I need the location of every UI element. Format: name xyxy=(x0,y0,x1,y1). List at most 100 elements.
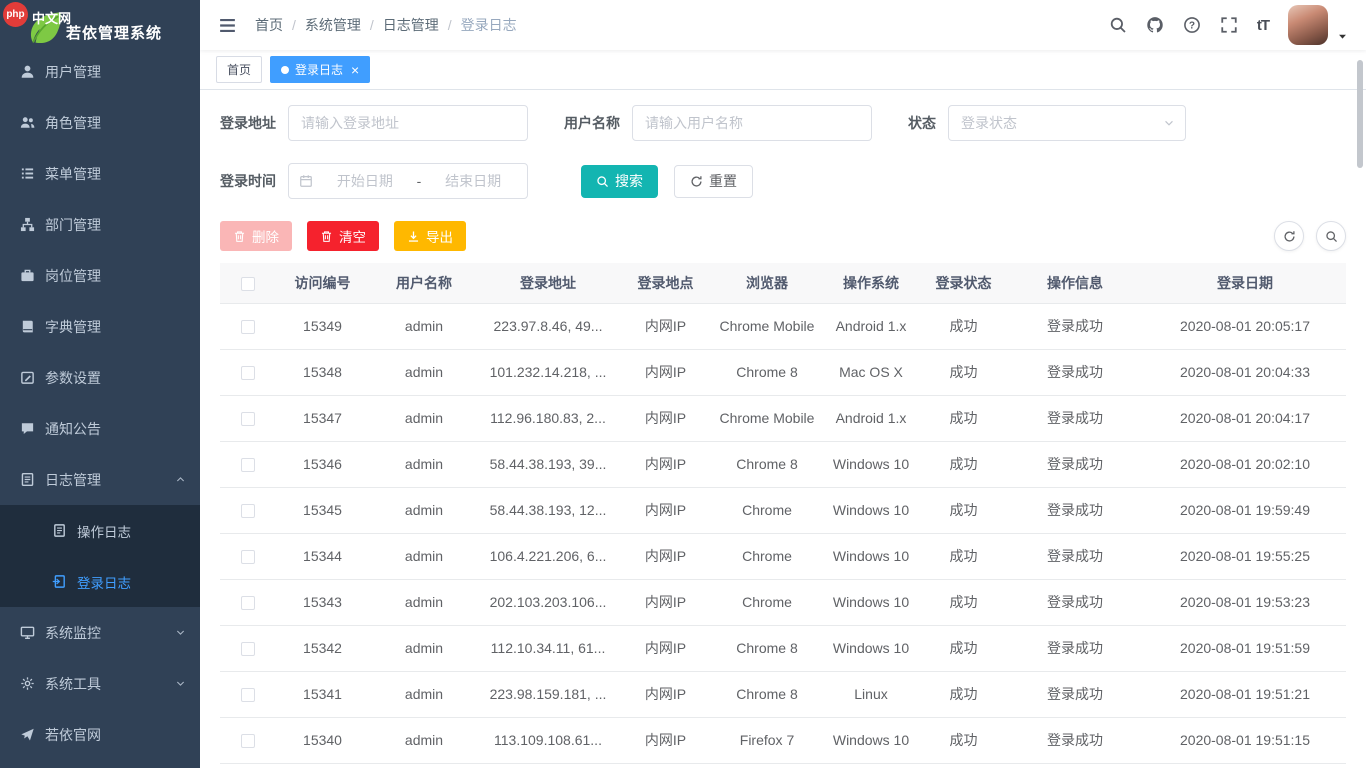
sidebar-subitem[interactable]: 登录日志 xyxy=(0,556,200,607)
export-button[interactable]: 导出 xyxy=(394,221,466,251)
status-label: 状态 xyxy=(908,113,936,133)
calendar-icon xyxy=(299,174,313,188)
table-column-header[interactable]: 操作系统 xyxy=(821,263,921,303)
select-all-checkbox[interactable] xyxy=(241,277,255,291)
row-checkbox[interactable] xyxy=(241,596,255,610)
table-row[interactable]: 15346admin58.44.38.193, 39...内网IPChrome … xyxy=(220,441,1346,487)
guide-icon xyxy=(20,727,35,742)
app-logo[interactable]: php 中文网 若依管理系统 xyxy=(0,0,200,46)
row-checkbox[interactable] xyxy=(241,550,255,564)
table-row[interactable]: 15345admin58.44.38.193, 12...内网IPChromeW… xyxy=(220,487,1346,533)
date-range-picker[interactable]: 开始日期 - 结束日期 xyxy=(288,163,528,199)
tab-item[interactable]: 登录日志× xyxy=(270,56,370,83)
breadcrumb-item[interactable]: 首页 xyxy=(255,15,283,35)
sidebar-menu: 用户管理角色管理菜单管理部门管理岗位管理字典管理参数设置通知公告日志管理操作日志… xyxy=(0,46,200,768)
user-avatar[interactable] xyxy=(1288,5,1328,45)
download-icon xyxy=(407,230,420,243)
table-cell: 成功 xyxy=(921,349,1006,395)
sidebar-item[interactable]: 角色管理 xyxy=(0,97,200,148)
table-cell: 112.96.180.83, 2... xyxy=(478,395,618,441)
refresh-icon xyxy=(690,175,703,188)
github-icon[interactable] xyxy=(1146,16,1164,34)
table-row[interactable]: 15344admin106.4.221.206, 6...内网IPChromeW… xyxy=(220,533,1346,579)
table-cell: 内网IP xyxy=(618,303,713,349)
fullscreen-icon[interactable] xyxy=(1220,16,1238,34)
table-row[interactable]: 15343admin202.103.203.106...内网IPChromeWi… xyxy=(220,579,1346,625)
help-icon[interactable]: ? xyxy=(1183,16,1201,34)
tab-close-icon[interactable]: × xyxy=(351,63,359,77)
toggle-search-button[interactable] xyxy=(1316,221,1346,251)
row-checkbox-cell xyxy=(220,303,275,349)
sidebar-item[interactable]: 通知公告 xyxy=(0,403,200,454)
sidebar-item[interactable]: 若依官网 xyxy=(0,709,200,760)
sidebar-item[interactable]: 部门管理 xyxy=(0,199,200,250)
username-input[interactable] xyxy=(632,105,872,141)
sidebar-item[interactable]: 菜单管理 xyxy=(0,148,200,199)
search-button[interactable]: 搜索 xyxy=(581,165,658,198)
row-checkbox[interactable] xyxy=(241,688,255,702)
table-column-header[interactable]: 用户名称 xyxy=(370,263,478,303)
sidebar-item[interactable]: 岗位管理 xyxy=(0,250,200,301)
table-cell: 2020-08-01 19:53:23 xyxy=(1144,579,1346,625)
table-cell: Windows 10 xyxy=(821,717,921,763)
table-column-header[interactable]: 浏览器 xyxy=(713,263,821,303)
sidebar-item[interactable]: 日志管理 xyxy=(0,454,200,505)
table-cell: admin xyxy=(370,441,478,487)
reset-button[interactable]: 重置 xyxy=(674,165,753,198)
row-checkbox[interactable] xyxy=(241,734,255,748)
search-icon[interactable] xyxy=(1109,16,1127,34)
table-cell: Firefox 7 xyxy=(713,717,821,763)
table-row[interactable]: 15347admin112.96.180.83, 2...内网IPChrome … xyxy=(220,395,1346,441)
refresh-table-button[interactable] xyxy=(1274,221,1304,251)
table-cell: 内网IP xyxy=(618,625,713,671)
row-checkbox[interactable] xyxy=(241,412,255,426)
sidebar-item[interactable]: 系统工具 xyxy=(0,658,200,709)
row-checkbox[interactable] xyxy=(241,458,255,472)
table-column-header[interactable]: 操作信息 xyxy=(1006,263,1144,303)
table-cell: 202.103.203.106... xyxy=(478,579,618,625)
table-cell: admin xyxy=(370,395,478,441)
status-select[interactable]: 登录状态 xyxy=(948,105,1186,141)
tab-item[interactable]: 首页 xyxy=(216,56,262,83)
monitor-icon xyxy=(20,625,35,640)
topbar-actions: ? tT xyxy=(1109,5,1348,45)
row-checkbox[interactable] xyxy=(241,504,255,518)
delete-button[interactable]: 删除 xyxy=(220,221,292,251)
table-row[interactable]: 15349admin223.97.8.46, 49...内网IPChrome M… xyxy=(220,303,1346,349)
table-cell: 成功 xyxy=(921,487,1006,533)
table-cell: 15340 xyxy=(275,717,370,763)
table-column-header[interactable]: 登录地点 xyxy=(618,263,713,303)
login-address-input[interactable] xyxy=(288,105,528,141)
font-size-button[interactable]: tT xyxy=(1257,17,1269,34)
table-column-header[interactable]: 访问编号 xyxy=(275,263,370,303)
sidebar-item[interactable]: 用户管理 xyxy=(0,46,200,97)
table-row[interactable]: 15348admin101.232.14.218, ...内网IPChrome … xyxy=(220,349,1346,395)
table-cell: 15344 xyxy=(275,533,370,579)
caret-down-icon[interactable] xyxy=(1337,31,1348,42)
sidebar-item[interactable]: 系统监控 xyxy=(0,607,200,658)
table-column-header[interactable]: 登录地址 xyxy=(478,263,618,303)
table-row[interactable]: 15340admin113.109.108.61...内网IPFirefox 7… xyxy=(220,717,1346,763)
table-row[interactable]: 15342admin112.10.34.11, 61...内网IPChrome … xyxy=(220,625,1346,671)
row-checkbox[interactable] xyxy=(241,320,255,334)
table-cell: admin xyxy=(370,303,478,349)
table-column-header[interactable]: 登录状态 xyxy=(921,263,1006,303)
row-checkbox[interactable] xyxy=(241,642,255,656)
sidebar-item[interactable]: 参数设置 xyxy=(0,352,200,403)
table-column-header[interactable]: 登录日期 xyxy=(1144,263,1346,303)
table-row[interactable]: 15341admin223.98.159.181, ...内网IPChrome … xyxy=(220,671,1346,717)
table-header-row: 访问编号用户名称登录地址登录地点浏览器操作系统登录状态操作信息登录日期 xyxy=(220,263,1346,303)
table-cell: 内网IP xyxy=(618,717,713,763)
clear-button[interactable]: 清空 xyxy=(307,221,379,251)
trash-icon xyxy=(320,230,333,243)
table-cell: Linux xyxy=(821,671,921,717)
sidebar-toggle-icon[interactable] xyxy=(218,16,237,35)
breadcrumb-item[interactable]: 日志管理 xyxy=(383,15,439,35)
breadcrumb-item[interactable]: 系统管理 xyxy=(305,15,361,35)
breadcrumb-item[interactable]: 登录日志 xyxy=(461,15,517,35)
sidebar-item[interactable]: 字典管理 xyxy=(0,301,200,352)
vertical-scrollbar[interactable] xyxy=(1357,60,1363,168)
filter-form: 登录地址 用户名称 状态 登录状态 登录时间 xyxy=(220,105,1346,199)
sidebar-subitem[interactable]: 操作日志 xyxy=(0,505,200,556)
row-checkbox[interactable] xyxy=(241,366,255,380)
